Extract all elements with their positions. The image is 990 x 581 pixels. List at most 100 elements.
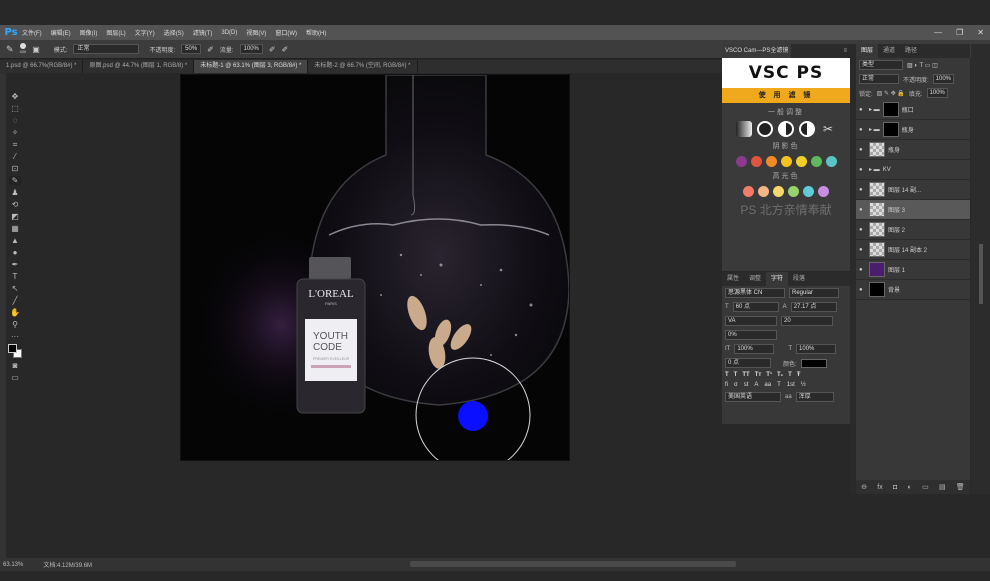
layer-action-icon[interactable]: ▤ bbox=[939, 483, 946, 491]
font-size-input[interactable]: 60 点 bbox=[732, 302, 779, 312]
text-color-swatch[interactable] bbox=[800, 358, 827, 368]
vertical-scale-input[interactable]: 100% bbox=[734, 344, 775, 354]
history-brush-icon[interactable]: ⟲ bbox=[9, 200, 21, 209]
path-select-icon[interactable]: ↖ bbox=[9, 284, 21, 293]
horizontal-scale-input[interactable]: 100% bbox=[796, 344, 837, 354]
crop-tool-icon[interactable]: ⌗ bbox=[9, 140, 21, 149]
layer-row[interactable]: ● 图层 14 副本 2 bbox=[856, 240, 970, 260]
menu-type[interactable]: 文字(Y) bbox=[135, 28, 155, 37]
layer-row[interactable]: ● 图层 14 副... bbox=[856, 180, 970, 200]
layer-action-icon[interactable]: ◐ bbox=[908, 484, 912, 491]
opentype-button[interactable]: σ bbox=[734, 382, 738, 388]
zoom-tool-icon[interactable]: ⚲ bbox=[9, 320, 21, 329]
text-style-button[interactable]: T bbox=[788, 372, 792, 378]
circle-icon[interactable] bbox=[757, 121, 773, 137]
language-select[interactable]: 美国英语 bbox=[725, 392, 781, 402]
horizontal-scrollbar[interactable] bbox=[410, 561, 736, 567]
visibility-eye-icon[interactable]: ● bbox=[859, 127, 866, 133]
visibility-eye-icon[interactable]: ● bbox=[859, 107, 866, 113]
visibility-eye-icon[interactable]: ● bbox=[859, 247, 866, 253]
visibility-eye-icon[interactable]: ● bbox=[859, 207, 866, 213]
menu-select[interactable]: 选择(S) bbox=[164, 28, 184, 37]
screen-mode-icon[interactable]: ▭ bbox=[9, 373, 21, 382]
pen-tool-icon[interactable]: ✒ bbox=[9, 260, 21, 269]
brush-tool-icon[interactable]: ✎ bbox=[6, 44, 14, 55]
layer-action-icon[interactable]: ⊖ bbox=[861, 483, 867, 491]
lasso-tool-icon[interactable]: ◌ bbox=[9, 116, 21, 125]
shadow-color-swatch[interactable] bbox=[825, 156, 837, 167]
opacity-input[interactable]: 50% bbox=[181, 44, 202, 54]
opentype-button[interactable]: ½ bbox=[801, 382, 806, 388]
marquee-tool-icon[interactable]: ⬚ bbox=[9, 104, 21, 113]
text-style-button[interactable]: TT bbox=[742, 372, 749, 378]
layer-group-row[interactable]: ● ▸ ▬ 瓶身 bbox=[856, 120, 970, 140]
blur-tool-icon[interactable]: ▲ bbox=[9, 236, 21, 245]
layer-action-icon[interactable]: ▭ bbox=[922, 483, 929, 491]
shadow-color-swatch[interactable] bbox=[765, 156, 777, 167]
visibility-eye-icon[interactable]: ● bbox=[859, 147, 866, 153]
half-circle-icon[interactable] bbox=[799, 121, 815, 137]
fill-input[interactable]: 100% bbox=[926, 88, 948, 98]
pressure-opacity-icon[interactable]: ✐ bbox=[207, 45, 214, 54]
airbrush-icon[interactable]: ✐ bbox=[269, 45, 276, 54]
menu-view[interactable]: 视图(V) bbox=[246, 28, 266, 37]
highlight-color-swatch[interactable] bbox=[758, 186, 769, 197]
blend-mode-select[interactable]: 正常 bbox=[859, 74, 899, 84]
menu-window[interactable]: 窗口(W) bbox=[275, 28, 297, 37]
layer-row[interactable]: ● 背景 bbox=[856, 280, 970, 300]
layer-row[interactable]: ● 图层 1 bbox=[856, 260, 970, 280]
levels-icon[interactable] bbox=[736, 121, 752, 137]
shadow-color-swatch[interactable] bbox=[810, 156, 822, 167]
healing-tool-icon[interactable]: ⊡ bbox=[9, 164, 21, 173]
scale-input[interactable]: 0% bbox=[725, 330, 777, 340]
menu-edit[interactable]: 编辑(E) bbox=[51, 28, 71, 37]
menu-layer[interactable]: 图层(L) bbox=[106, 28, 125, 37]
shape-tool-icon[interactable]: ╱ bbox=[9, 296, 21, 305]
layer-row[interactable]: ● 图层 3 bbox=[856, 200, 970, 220]
highlight-color-swatch[interactable] bbox=[818, 186, 829, 197]
menu-help[interactable]: 帮助(H) bbox=[306, 28, 326, 37]
stamp-tool-icon[interactable]: ♟ bbox=[9, 188, 21, 197]
layer-row[interactable]: ● 图层 2 bbox=[856, 220, 970, 240]
type-tool-icon[interactable]: T bbox=[9, 272, 21, 281]
magic-wand-tool-icon[interactable]: ✧ bbox=[9, 128, 21, 137]
shadow-color-swatch[interactable] bbox=[795, 156, 807, 167]
opentype-button[interactable]: fi bbox=[725, 382, 728, 388]
mode-select[interactable]: 正常 bbox=[73, 44, 140, 54]
move-tool-icon[interactable]: ✥ bbox=[9, 92, 21, 101]
dodge-tool-icon[interactable]: ● bbox=[9, 248, 21, 257]
kerning-input[interactable]: VA bbox=[725, 316, 777, 326]
layer-kind-filter[interactable]: 类型 bbox=[859, 60, 903, 70]
tab-paths[interactable]: 路径 bbox=[900, 44, 922, 58]
tab-properties[interactable]: 属性 bbox=[722, 272, 744, 286]
font-style-select[interactable]: Regular bbox=[789, 288, 839, 298]
highlight-color-swatch[interactable] bbox=[803, 186, 814, 197]
folder-icon[interactable]: ▸ ▬ bbox=[869, 166, 880, 173]
folder-icon[interactable]: ▸ ▬ bbox=[869, 106, 880, 113]
quick-mask-icon[interactable]: ◙ bbox=[9, 361, 21, 370]
visibility-eye-icon[interactable]: ● bbox=[859, 267, 866, 273]
brush-preset-picker[interactable]: 400 bbox=[20, 43, 26, 55]
right-scrollbar[interactable] bbox=[971, 44, 990, 494]
folder-icon[interactable]: ▸ ▬ bbox=[869, 126, 880, 133]
menu-file[interactable]: 文件(F) bbox=[22, 28, 42, 37]
visibility-eye-icon[interactable]: ● bbox=[859, 167, 866, 173]
flow-input[interactable]: 100% bbox=[239, 44, 263, 54]
tab-paragraph[interactable]: 段落 bbox=[788, 272, 810, 286]
text-style-button[interactable]: T bbox=[725, 372, 729, 378]
contrast-icon[interactable] bbox=[778, 121, 794, 137]
brush-panel-icon[interactable]: ▣ bbox=[32, 45, 40, 54]
ellipsis-icon[interactable]: ··· bbox=[9, 332, 21, 341]
antialias-select[interactable]: 浑厚 bbox=[795, 392, 834, 402]
layer-action-icon[interactable]: 🗑 bbox=[956, 483, 965, 491]
visibility-eye-icon[interactable]: ● bbox=[859, 287, 866, 293]
zoom-level[interactable]: 63.13% bbox=[3, 562, 23, 568]
shadow-color-swatch[interactable] bbox=[735, 156, 747, 167]
tab-doc-1[interactable]: 1.psd @ 66.7%(RGB/8#) * bbox=[0, 60, 84, 73]
tab-channels[interactable]: 通道 bbox=[878, 44, 900, 58]
document-canvas[interactable]: L'OREAL PARIS YOUTH CODE PREMIER EVEILLE… bbox=[180, 74, 570, 461]
foreground-color[interactable] bbox=[8, 344, 17, 353]
brush-tool-icon[interactable]: ✎ bbox=[9, 176, 21, 185]
baseline-input[interactable]: 0 点 bbox=[725, 358, 771, 368]
layer-group-row[interactable]: ● ▸ ▬ 瓶口 bbox=[856, 100, 970, 120]
